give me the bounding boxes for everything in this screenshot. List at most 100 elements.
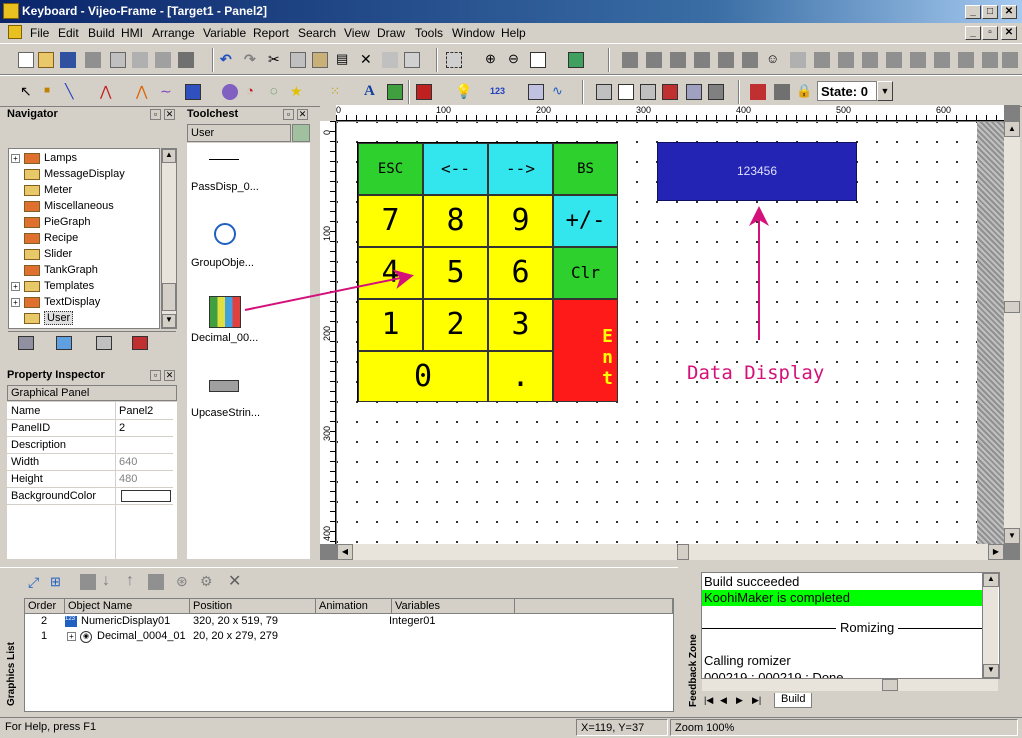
key-2[interactable]: 2 — [423, 299, 488, 351]
property-row[interactable]: Width 640 — [7, 454, 173, 471]
col-header[interactable]: Position — [190, 599, 316, 614]
state-select[interactable]: State: 0 — [817, 81, 877, 101]
inspector-close-icon[interactable]: ✕ — [164, 370, 175, 381]
image-icon[interactable] — [387, 84, 403, 100]
undo-icon[interactable]: ↶ — [220, 52, 236, 68]
tree-item[interactable]: PieGraph — [24, 214, 90, 230]
key-7[interactable]: 7 — [358, 195, 423, 247]
editor-hscrollbar[interactable]: ◀ ▶ — [337, 544, 1004, 560]
prev-tab-icon[interactable]: ◀ — [720, 695, 727, 706]
export-icon[interactable] — [132, 52, 148, 68]
navigator-float-icon[interactable]: ▫ — [150, 109, 161, 120]
same-height-icon[interactable] — [934, 52, 950, 68]
move-top-icon[interactable] — [80, 574, 96, 590]
toolchest-item[interactable]: GroupObje... — [191, 257, 254, 269]
lamp-icon[interactable]: 💡 — [455, 84, 472, 100]
move-up-icon[interactable]: ↑ — [126, 572, 142, 589]
same-width-icon[interactable] — [910, 52, 926, 68]
toolchest-browse-icon[interactable] — [292, 124, 310, 142]
pointer-icon[interactable]: ↖ — [20, 84, 36, 100]
menu-draw[interactable]: Draw — [377, 26, 405, 40]
align-middle-icon[interactable] — [718, 52, 734, 68]
pie-icon[interactable]: ◔ — [246, 84, 262, 100]
expand-icon[interactable]: + — [67, 632, 76, 641]
state-dropdown-icon[interactable]: ▼ — [877, 81, 893, 101]
key-enter[interactable]: Ent — [553, 299, 618, 402]
menu-build[interactable]: Build — [88, 26, 115, 40]
print-icon[interactable] — [85, 52, 101, 68]
menu-edit[interactable]: Edit — [58, 26, 79, 40]
project-tab-icon[interactable] — [18, 336, 34, 350]
decimal-keypad[interactable]: ESC <-- --> BS 7 8 9 +/- 4 5 6 Clr 1 2 3… — [357, 142, 618, 402]
align-right-icon[interactable] — [670, 52, 686, 68]
doc-icon-2[interactable] — [155, 52, 171, 68]
same-size-icon[interactable] — [958, 52, 974, 68]
grid-icon[interactable] — [568, 52, 584, 68]
passdisp-thumb[interactable] — [209, 159, 239, 160]
group-select-icon[interactable]: ⊞ — [50, 574, 66, 590]
group-object-thumb[interactable] — [214, 223, 236, 245]
move-down-icon[interactable]: ↓ — [102, 572, 118, 589]
menu-hmi[interactable]: HMI — [121, 26, 143, 40]
align-center-icon[interactable] — [646, 52, 662, 68]
scroll-down-icon[interactable]: ▼ — [1004, 528, 1020, 544]
toolchest-close-icon[interactable]: ✕ — [297, 109, 308, 120]
expand-icon[interactable]: + — [11, 297, 20, 307]
view6-icon[interactable] — [708, 84, 724, 100]
space-v-icon[interactable] — [886, 52, 902, 68]
inspector-float-icon[interactable]: ▫ — [150, 370, 161, 381]
last-tab-icon[interactable]: ▶| — [752, 695, 761, 706]
tree-item[interactable]: Slider — [24, 246, 72, 262]
view2-icon[interactable] — [618, 84, 634, 100]
polygon-icon[interactable]: ⋀ — [136, 84, 152, 100]
menu-window[interactable]: Window — [452, 26, 495, 40]
ellipse-icon[interactable] — [222, 84, 238, 100]
key-9[interactable]: 9 — [488, 195, 553, 247]
cut-icon[interactable]: ✂ — [268, 52, 284, 68]
paste-special-icon[interactable]: ▤ — [336, 52, 352, 68]
button-icon[interactable] — [416, 84, 432, 100]
table-row[interactable]: 2 123 NumericDisplay01 320, 20 x 519, 79… — [25, 615, 673, 630]
expand-icon[interactable]: + — [11, 153, 20, 163]
new-icon[interactable] — [18, 52, 34, 68]
toolchest-item[interactable]: Decimal_00... — [191, 332, 258, 344]
menu-arrange[interactable]: Arrange — [152, 26, 195, 40]
debug-icon[interactable] — [774, 84, 790, 100]
select-all-icon[interactable] — [446, 52, 462, 68]
key-clear[interactable]: Clr — [553, 247, 618, 299]
view5-icon[interactable] — [686, 84, 702, 100]
col-header[interactable]: Order — [25, 599, 65, 614]
col-header[interactable]: Object Name — [65, 599, 190, 614]
scroll-thumb[interactable] — [677, 544, 689, 560]
navigator-close-icon[interactable]: ✕ — [164, 109, 175, 120]
save-icon[interactable] — [60, 52, 76, 68]
view4-icon[interactable] — [662, 84, 678, 100]
align-bottom-icon[interactable] — [742, 52, 758, 68]
numeric-display[interactable]: 123456 — [657, 142, 857, 201]
rectangle-icon[interactable] — [185, 84, 201, 100]
align-top-icon[interactable] — [694, 52, 710, 68]
scroll-up-icon[interactable]: ▲ — [1004, 121, 1020, 137]
animation-icon[interactable]: ⊛ — [176, 573, 192, 589]
redo-icon[interactable]: ↷ — [244, 52, 260, 68]
next-tab-icon[interactable]: ▶ — [736, 695, 743, 706]
key-0[interactable]: 0 — [358, 351, 488, 402]
table-row[interactable]: 1 + ◉ Decimal_0004_01 20, 20 x 279, 279 — [25, 630, 673, 645]
toolchest-item[interactable]: UpcaseStrin... — [191, 407, 260, 419]
scroll-up-icon[interactable]: ▲ — [983, 573, 999, 587]
zoom-fit-icon[interactable] — [530, 52, 546, 68]
menu-help[interactable]: Help — [501, 26, 526, 40]
scroll-thumb[interactable] — [162, 283, 176, 311]
run-icon[interactable] — [750, 84, 766, 100]
space-h-icon[interactable] — [862, 52, 878, 68]
select-icon[interactable]: ⤢ — [28, 574, 44, 590]
key-8[interactable]: 8 — [423, 195, 488, 247]
paste-icon[interactable] — [312, 52, 328, 68]
doc-restore-button[interactable]: ▫ — [982, 26, 998, 40]
open-icon[interactable] — [38, 52, 54, 68]
feedback-vscrollbar[interactable]: ▲ ▼ — [982, 573, 999, 678]
key-4[interactable]: 4 — [358, 247, 423, 299]
toolchest-category[interactable]: User — [187, 124, 291, 142]
delete-icon[interactable]: ✕ — [360, 52, 376, 68]
key-3[interactable]: 3 — [488, 299, 553, 351]
